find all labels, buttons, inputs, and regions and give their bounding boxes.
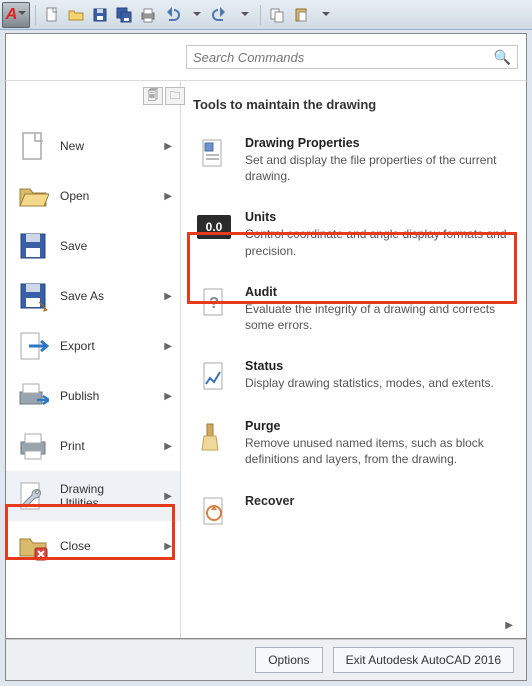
qat-customize[interactable] (314, 4, 336, 26)
menu-new[interactable]: New ▶ (6, 121, 180, 171)
properties-icon (197, 136, 231, 170)
menu-print[interactable]: Print ▶ (6, 421, 180, 471)
app-menu-dropdown: 🔍 🗐 🗀 New ▶ Open ▶ Save Sav (5, 33, 527, 681)
search-input[interactable] (193, 50, 494, 65)
separator (35, 5, 36, 25)
audit-icon: ? (197, 285, 231, 319)
menu-label: Save (60, 239, 172, 253)
chevron-right-icon: ▶ (164, 191, 172, 202)
qat-redo-more[interactable] (233, 4, 255, 26)
open-docs-button[interactable]: 🗀 (165, 87, 185, 105)
quick-access-toolbar: A (0, 0, 532, 30)
page-icon (16, 129, 50, 163)
chevron-right-icon: ▶ (164, 141, 172, 152)
recent-pinned-toggle: 🗐 🗀 (143, 87, 185, 105)
tool-recover[interactable]: Recover (193, 484, 514, 538)
menu-save[interactable]: Save (6, 221, 180, 271)
menu-export[interactable]: Export ▶ (6, 321, 180, 371)
tool-desc: Control coordinate and angle display for… (245, 226, 510, 258)
tool-title: Purge (245, 419, 510, 433)
tool-desc: Set and display the file properties of t… (245, 152, 510, 184)
menu-label: Save As (60, 289, 164, 303)
status-icon (197, 359, 231, 393)
tool-desc: Evaluate the integrity of a drawing and … (245, 301, 510, 333)
menu-label: Drawing Utilities (60, 482, 164, 510)
search-commands[interactable]: 🔍 (186, 45, 518, 69)
menu-open[interactable]: Open ▶ (6, 171, 180, 221)
recent-docs-button[interactable]: 🗐 (143, 87, 163, 105)
chevron-right-icon: ▶ (164, 291, 172, 302)
chevron-right-icon: ▶ (164, 491, 172, 502)
chevron-right-icon: ▶ (164, 441, 172, 452)
submenu-panel: Tools to maintain the drawing Drawing Pr… (181, 81, 526, 638)
qat-open[interactable] (65, 4, 87, 26)
autocad-logo-icon: A (6, 6, 18, 24)
chevron-right-icon: ▶ (505, 620, 513, 631)
export-icon (16, 329, 50, 363)
menu-save-as[interactable]: Save As ▶ (6, 271, 180, 321)
tool-desc: Remove unused named items, such as block… (245, 435, 510, 467)
folder-open-icon (16, 179, 50, 213)
qat-undo[interactable] (161, 4, 183, 26)
tool-status[interactable]: Status Display drawing statistics, modes… (193, 349, 514, 403)
menu-drawing-utilities[interactable]: Drawing Utilities ▶ (6, 471, 180, 521)
menu-label: Print (60, 439, 164, 453)
qat-new[interactable] (41, 4, 63, 26)
app-menu-list: New ▶ Open ▶ Save Save As ▶ Export ▶ (6, 81, 181, 638)
tool-title: Status (245, 359, 494, 373)
tool-units[interactable]: 0.0 Units Control coordinate and angle d… (193, 200, 514, 268)
tool-desc: Display drawing statistics, modes, and e… (245, 375, 494, 391)
submenu-title: Tools to maintain the drawing (193, 97, 514, 112)
svg-text:?: ? (209, 295, 219, 312)
qat-save[interactable] (89, 4, 111, 26)
tool-audit[interactable]: ? Audit Evaluate the integrity of a draw… (193, 275, 514, 343)
menu-label: New (60, 139, 164, 153)
menu-label: Close (60, 539, 164, 553)
separator (260, 5, 261, 25)
options-button[interactable]: Options (255, 647, 322, 673)
close-icon (16, 529, 50, 563)
chevron-right-icon: ▶ (164, 341, 172, 352)
qat-paste[interactable] (290, 4, 312, 26)
recover-icon (197, 494, 231, 528)
save-icon (16, 229, 50, 263)
tool-drawing-properties[interactable]: Drawing Properties Set and display the f… (193, 126, 514, 194)
qat-print[interactable] (137, 4, 159, 26)
tool-title: Drawing Properties (245, 136, 510, 150)
search-icon: 🔍 (494, 49, 511, 66)
units-icon: 0.0 (197, 210, 231, 244)
chevron-right-icon: ▶ (164, 391, 172, 402)
menu-label: Open (60, 189, 164, 203)
tool-title: Recover (245, 494, 294, 508)
exit-button[interactable]: Exit Autodesk AutoCAD 2016 (333, 647, 514, 673)
app-menu-footer: Options Exit Autodesk AutoCAD 2016 (5, 639, 527, 681)
tool-title: Units (245, 210, 510, 224)
menu-close[interactable]: Close ▶ (6, 521, 180, 571)
qat-redo[interactable] (209, 4, 231, 26)
wrench-icon (16, 479, 50, 513)
qat-saveall[interactable] (113, 4, 135, 26)
qat-undo-more[interactable] (185, 4, 207, 26)
menu-label: Export (60, 339, 164, 353)
qat-copy[interactable] (266, 4, 288, 26)
purge-icon (197, 419, 231, 453)
publish-icon (16, 379, 50, 413)
app-menu-button[interactable]: A (2, 2, 30, 28)
tool-title: Audit (245, 285, 510, 299)
save-as-icon (16, 279, 50, 313)
tool-purge[interactable]: Purge Remove unused named items, such as… (193, 409, 514, 477)
menu-label: Publish (60, 389, 164, 403)
chevron-right-icon: ▶ (164, 541, 172, 552)
chevron-down-icon (17, 6, 26, 24)
menu-publish[interactable]: Publish ▶ (6, 371, 180, 421)
print-icon (16, 429, 50, 463)
